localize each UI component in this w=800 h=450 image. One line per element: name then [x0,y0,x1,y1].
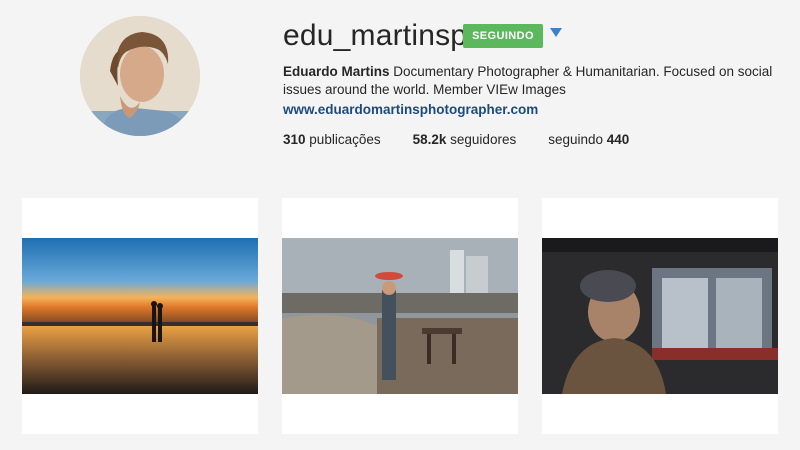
post-thumbnail[interactable] [542,198,778,434]
post-image-man-bus [542,238,778,394]
following-label: seguindo [548,132,604,147]
followers-count: 58.2k [412,132,447,147]
post-image-sunset-couple [22,238,258,394]
profile-bio: Eduardo Martins Documentary Photographer… [283,63,788,99]
post-image-boy-beach [282,238,518,394]
triangle-down-icon[interactable] [550,28,562,37]
followers-label: seguidores [450,132,517,147]
posts-count: 310 [283,132,306,147]
post-thumbnail[interactable] [282,198,518,434]
following-button[interactable]: SEGUINDO [463,24,543,48]
profile-full-name: Eduardo Martins [283,64,390,79]
posts-label: publicações [309,132,381,147]
profile-website-link[interactable]: www.eduardomartinsphotographer.com [283,102,538,117]
posts-stat: 310 publicações [283,132,381,147]
following-stat[interactable]: seguindo 440 [548,132,629,147]
following-count: 440 [606,132,630,147]
profile-username: edu_martinsp [283,19,468,52]
profile-stats: 310 publicações 58.2k seguidores seguind… [283,132,661,147]
post-thumbnail[interactable] [22,198,258,434]
profile-avatar[interactable] [80,16,200,136]
followers-stat[interactable]: 58.2k seguidores [413,132,517,147]
